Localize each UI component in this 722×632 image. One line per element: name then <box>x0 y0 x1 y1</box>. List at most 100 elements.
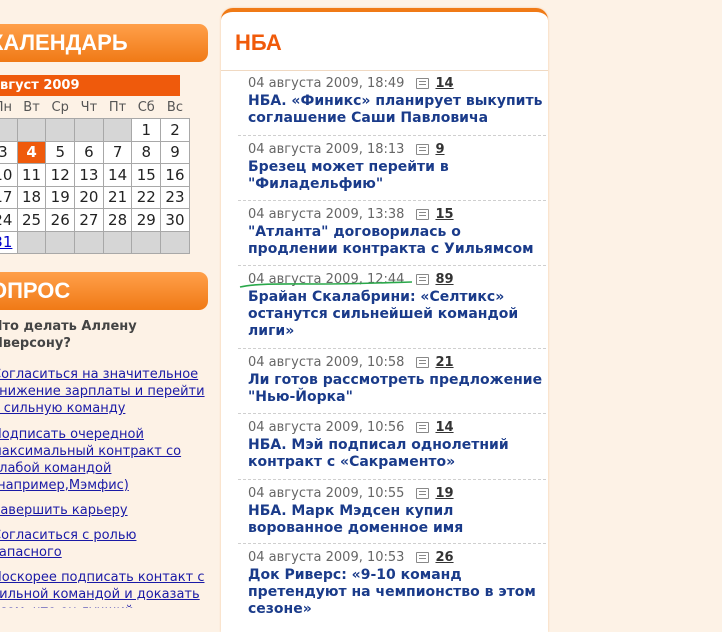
comment-icon <box>416 274 430 285</box>
calendar-day[interactable]: 18 <box>16 185 47 209</box>
calendar-day[interactable]: 23 <box>160 185 190 209</box>
calendar-day <box>102 118 133 142</box>
comment-count-link[interactable]: 19 <box>435 486 453 501</box>
news-divider <box>238 200 546 201</box>
news-title-link[interactable]: "Атланта" договорилась о продлении контр… <box>248 224 548 258</box>
comment-icon <box>416 488 430 499</box>
calendar-day[interactable]: 9 <box>160 140 190 164</box>
panel-title: НБА <box>235 30 282 55</box>
calendar-day[interactable]: 26 <box>45 208 76 232</box>
news-meta: 04 августа 2009, 13:38 15 <box>248 207 548 223</box>
calendar-month[interactable]: Август 2009 <box>0 75 180 96</box>
news-item: 04 августа 2009, 10:55 19 НБА. Марк Мэдсен… <box>248 486 548 537</box>
calendar-day[interactable]: 22 <box>131 185 162 209</box>
calendar-day[interactable]: 12 <box>45 163 76 187</box>
news-date: 04 августа 2009, 18:49 <box>248 76 405 91</box>
calendar-day[interactable]: 3 <box>0 140 18 164</box>
poll-option[interactable]: Завершить карьеру <box>0 502 210 519</box>
news-item: 04 августа 2009, 18:49 14 НБА. «Финикс» пл… <box>248 76 548 127</box>
calendar-day[interactable]: 19 <box>45 185 76 209</box>
calendar-header: КАЛЕНДАРЬ <box>0 24 208 62</box>
calendar-day[interactable]: 27 <box>74 208 104 232</box>
calendar-day[interactable]: 15 <box>131 163 162 187</box>
poll-option[interactable]: Поскорее подписать контакт с сильной ком… <box>0 569 210 608</box>
calendar-day <box>74 230 104 254</box>
news-title-link[interactable]: НБА. «Финикс» планирует выкупить соглаше… <box>248 93 548 127</box>
news-item: 04 августа 2009, 13:38 15 "Атланта" догово… <box>248 207 548 258</box>
news-date: 04 августа 2009, 10:53 <box>248 550 405 565</box>
calendar-day[interactable]: 11 <box>16 163 47 187</box>
news-meta: 04 августа 2009, 10:53 26 <box>248 550 548 566</box>
calendar-day[interactable]: 25 <box>16 208 47 232</box>
news-divider <box>238 265 546 266</box>
calendar-day[interactable]: 20 <box>74 185 104 209</box>
calendar-day <box>45 118 76 142</box>
calendar-day[interactable]: 31 <box>0 230 18 254</box>
news-divider <box>238 479 546 480</box>
weekday-label: Вт <box>23 100 40 115</box>
news-meta: 04 августа 2009, 18:13 9 <box>248 142 548 158</box>
calendar-day[interactable]: 16 <box>160 163 190 187</box>
handwritten-underline <box>239 281 413 288</box>
news-meta: 04 августа 2009, 10:55 19 <box>248 486 548 502</box>
comment-icon <box>416 78 430 89</box>
comment-count-link[interactable]: 26 <box>435 550 453 565</box>
poll-header: ОПРОС <box>0 272 208 310</box>
calendar-day[interactable]: 30 <box>160 208 190 232</box>
poll-option[interactable]: Подписать очередной максимальный контрак… <box>0 426 192 494</box>
weekday-label: Пн <box>0 100 12 115</box>
calendar-day[interactable]: 13 <box>74 163 104 187</box>
news-meta: 04 августа 2009, 10:56 14 <box>248 420 548 436</box>
poll-question: Что делать Аллену Иверсону? <box>0 319 137 351</box>
calendar-day[interactable]: 17 <box>0 185 18 209</box>
weekday-label: Пт <box>108 100 127 115</box>
calendar-day <box>16 118 47 142</box>
poll-option[interactable]: Согласиться с ролью запасного <box>0 527 162 561</box>
news-title-link[interactable]: Брезец может перейти в "Филадельфию" <box>248 159 548 193</box>
comment-count-link[interactable]: 21 <box>435 355 453 370</box>
news-date: 04 августа 2009, 10:56 <box>248 420 405 435</box>
calendar-day <box>102 230 133 254</box>
comment-count-link[interactable]: 14 <box>435 76 453 91</box>
comment-count-link[interactable]: 9 <box>435 142 444 157</box>
news-date: 04 августа 2009, 13:38 <box>248 207 405 222</box>
news-title-link[interactable]: Ли готов рассмотреть предложение "Нью-Йо… <box>248 372 548 406</box>
news-item: 04 августа 2009, 10:58 21 Ли готов рассмот… <box>248 355 548 406</box>
comment-count-link[interactable]: 15 <box>435 207 453 222</box>
weekday-label: Сб <box>137 100 155 115</box>
calendar-day[interactable]: 24 <box>0 208 18 232</box>
calendar-day[interactable]: 1 <box>131 118 162 142</box>
calendar-day[interactable]: 8 <box>131 140 162 164</box>
news-meta: 04 августа 2009, 18:49 14 <box>248 76 548 92</box>
calendar-day <box>0 118 18 142</box>
calendar-day[interactable]: 2 <box>160 118 190 142</box>
poll-option[interactable]: Согласиться на значительное снижение зар… <box>0 366 210 417</box>
calendar-day[interactable]: 7 <box>102 140 133 164</box>
calendar-day[interactable]: 5 <box>45 140 76 164</box>
calendar-day[interactable]: 6 <box>74 140 104 164</box>
calendar-day[interactable]: 21 <box>102 185 133 209</box>
news-title-link[interactable]: НБА. Марк Мэдсен купил ворованное доменн… <box>248 503 548 537</box>
news-title-link[interactable]: Док Риверс: «9-10 команд претендуют на ч… <box>248 567 548 618</box>
calendar-day[interactable]: 10 <box>0 163 18 187</box>
weekday-label: Чт <box>80 100 98 115</box>
weekday-label: Ср <box>51 100 69 115</box>
news-divider <box>238 348 546 349</box>
calendar-day[interactable]: 4 <box>16 140 47 164</box>
comment-icon <box>416 422 430 433</box>
comment-icon <box>416 552 430 563</box>
calendar-day[interactable]: 14 <box>102 163 133 187</box>
news-title-link[interactable]: НБА. Мэй подписал однолетний контракт с … <box>248 437 548 471</box>
comment-count-link[interactable]: 14 <box>435 420 453 435</box>
calendar-day <box>131 230 162 254</box>
left-column: КАЛЕНДАРЬ Август 2009 ПнВтСрЧтПтСбВс 123… <box>0 0 210 608</box>
divider <box>221 70 548 71</box>
news-date: 04 августа 2009, 18:13 <box>248 142 405 157</box>
comment-count-link[interactable]: 89 <box>435 272 453 287</box>
calendar-day <box>16 230 47 254</box>
calendar-day[interactable]: 29 <box>131 208 162 232</box>
calendar-grid: ПнВтСрЧтПтСбВс 1234567891011121314151617… <box>0 97 190 254</box>
news-title-link[interactable]: Брайан Скалабрини: «Селтикс» останутся с… <box>248 289 548 340</box>
news-divider <box>238 135 546 136</box>
calendar-day[interactable]: 28 <box>102 208 133 232</box>
